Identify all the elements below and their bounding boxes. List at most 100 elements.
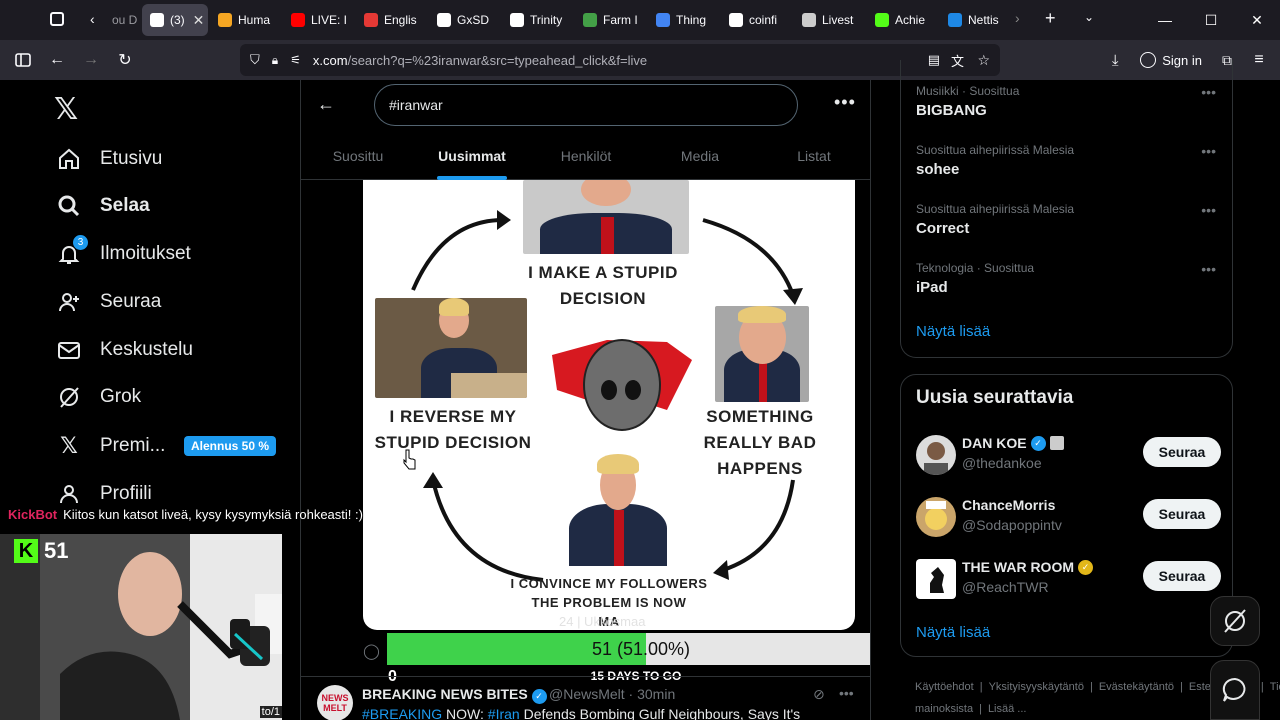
notification-count-badge: 3 — [73, 235, 88, 250]
follow-button[interactable]: Seuraa — [1143, 499, 1221, 529]
nav-item-grok[interactable]: Grok — [56, 382, 141, 412]
search-input[interactable]: #iranwar — [374, 84, 798, 126]
tab-list-dropdown-icon[interactable]: ⌄ — [1084, 10, 1094, 24]
address-bar[interactable]: ⛉ 🔒︎ ⚟ x.com/search?q=%23iranwar&src=typ… — [240, 44, 1000, 76]
footer-separator: | — [979, 681, 983, 693]
nav-item-explore[interactable]: Selaa — [56, 191, 150, 221]
tab-title: Nettis — [968, 13, 999, 27]
follow-suggestion[interactable]: THE WAR ROOM ✓ @ReachTWR Seuraa — [916, 559, 1221, 603]
trend-item[interactable]: Musiikki · Suosittua BIGBANG ••• — [916, 84, 1216, 119]
trend-item[interactable]: Suosittua aihepiirissä Malesia sohee ••• — [916, 143, 1216, 178]
tab-latest[interactable]: Uusimmat — [415, 136, 529, 180]
tab-overview-icon[interactable] — [50, 12, 64, 26]
who-to-follow-show-more-link[interactable]: Näytä lisää — [916, 624, 990, 641]
tab-favicon-icon — [150, 13, 164, 27]
tab-favicon-icon — [729, 13, 743, 27]
tweet-more-icon[interactable]: ••• — [839, 685, 854, 701]
nav-label: Premi... — [100, 435, 166, 456]
tracking-shield-icon[interactable]: ⛉ — [250, 52, 260, 68]
suggestion-name: DAN KOE ✓ — [962, 435, 1064, 451]
browser-tab[interactable]: Achie — [867, 4, 938, 36]
nav-item-premium[interactable]: 𝕏 Premi... — [56, 431, 165, 461]
reload-icon[interactable]: ↻ — [108, 43, 142, 77]
hashtag-link[interactable]: #Iran — [488, 706, 520, 720]
tweet-item[interactable]: NEWS MELT BREAKING NEWS BITES ✓ @NewsMel… — [301, 676, 870, 720]
tweet-avatar[interactable]: NEWS MELT — [317, 685, 353, 720]
footer-link[interactable]: Evästekäytäntö — [1099, 681, 1174, 693]
photo-figure-hair — [597, 454, 639, 475]
trend-more-icon[interactable]: ••• — [1201, 261, 1216, 277]
reply-icon[interactable]: ◯ — [363, 642, 380, 660]
grok-explain-icon[interactable]: ⊘ — [813, 686, 825, 703]
browser-tab[interactable]: Nettis — [940, 4, 1011, 36]
back-icon[interactable]: ← — [40, 43, 74, 77]
nav-item-home[interactable]: Etusivu — [56, 144, 162, 174]
maximize-icon[interactable]: ☐ — [1188, 12, 1234, 29]
avatar[interactable] — [916, 497, 956, 537]
trend-item[interactable]: Suosittua aihepiirissä Malesia Correct •… — [916, 202, 1216, 237]
back-arrow-icon[interactable]: ← — [317, 94, 335, 115]
messages-fab-button[interactable] — [1210, 660, 1260, 720]
forward-icon[interactable]: → — [74, 43, 108, 77]
browser-tab[interactable]: GxSD — [429, 4, 500, 36]
browser-tab[interactable]: Thing — [648, 4, 719, 36]
browser-tab[interactable]: ou D — [104, 4, 140, 36]
footer-link[interactable]: Käyttöehdot — [915, 681, 974, 693]
trend-more-icon[interactable]: ••• — [1201, 84, 1216, 100]
tab-top[interactable]: Suosittu — [301, 136, 415, 180]
close-tab-icon[interactable]: ✕ — [193, 12, 205, 29]
photo-top — [523, 180, 689, 254]
tweet-meme-image[interactable]: I MAKE A STUPID DECISION I REVERSE MY ST… — [363, 180, 855, 630]
tweet-author-name[interactable]: BREAKING NEWS BITES ✓ — [362, 686, 547, 704]
nav-item-follow[interactable]: Seuraa — [56, 287, 161, 317]
browser-tab[interactable]: coinfi — [721, 4, 792, 36]
grok-fab-button[interactable] — [1210, 596, 1260, 646]
browser-tab[interactable]: Huma — [210, 4, 281, 36]
follow-button[interactable]: Seuraa — [1143, 561, 1221, 591]
sidebar-toggle-icon[interactable] — [6, 43, 40, 77]
menu-icon[interactable]: ≡ — [1246, 51, 1272, 69]
trend-category: Musiikki · Suosittua — [916, 84, 1020, 98]
avatar[interactable] — [916, 435, 956, 475]
lock-icon[interactable]: 🔒︎ — [272, 53, 278, 68]
browser-tab[interactable]: LIVE: I — [283, 4, 354, 36]
browser-tab[interactable]: (3) ✕ — [142, 4, 208, 36]
suggestion-handle: @ReachTWR — [962, 579, 1049, 595]
x-logo-icon[interactable]: 𝕏 — [54, 92, 78, 127]
browser-tab[interactable]: Englis — [356, 4, 427, 36]
browser-tab[interactable]: Farm I — [575, 4, 646, 36]
premium-discount-badge[interactable]: Alennus 50 % — [184, 436, 277, 456]
nav-item-profile[interactable]: Profiili — [56, 479, 152, 509]
minimize-icon[interactable]: — — [1142, 12, 1188, 28]
url-text[interactable]: x.com/search?q=%23iranwar&src=typeahead_… — [313, 53, 647, 68]
tab-title: Achie — [895, 13, 926, 27]
trend-more-icon[interactable]: ••• — [1201, 202, 1216, 218]
more-options-icon[interactable]: ••• — [834, 92, 856, 113]
follow-suggestion[interactable]: ChanceMorris @Sodapoppintv Seuraa — [916, 497, 1221, 541]
nav-item-notifications[interactable]: 3 Ilmoitukset — [56, 235, 191, 269]
footer-link[interactable]: Lisää ... — [988, 703, 1027, 715]
tab-lists[interactable]: Listat — [757, 136, 870, 180]
browser-tab[interactable]: Livest — [794, 4, 865, 36]
close-window-icon[interactable]: ✕ — [1234, 12, 1280, 29]
scroll-tabs-right-icon[interactable]: › — [1015, 10, 1020, 26]
tab-label: Henkilöt — [560, 148, 612, 164]
follow-button[interactable]: Seuraa — [1143, 437, 1221, 467]
trend-more-icon[interactable]: ••• — [1201, 143, 1216, 159]
new-tab-icon[interactable]: + — [1045, 8, 1056, 29]
follow-suggestion[interactable]: DAN KOE ✓ @thedankoe Seuraa — [916, 435, 1221, 479]
avatar[interactable] — [916, 559, 956, 599]
browser-tab[interactable]: Trinity — [502, 4, 573, 36]
scroll-tabs-left-icon[interactable]: ‹ — [90, 11, 95, 27]
hashtag-link[interactable]: #BREAKING — [362, 706, 442, 720]
footer-link[interactable]: Yksityisyyskäytäntö — [989, 681, 1084, 693]
home-icon — [56, 146, 82, 172]
kick-logo-icon: K — [14, 539, 38, 563]
tab-people[interactable]: Henkilöt — [529, 136, 643, 180]
trends-show-more-link[interactable]: Näytä lisää — [916, 323, 990, 340]
trend-item[interactable]: Teknologia · Suosittua iPad ••• — [916, 261, 1216, 296]
tab-media[interactable]: Media — [643, 136, 757, 180]
nav-item-messages[interactable]: Keskustelu — [56, 335, 193, 365]
chat-username: KickBot — [8, 507, 58, 522]
site-permissions-icon[interactable]: ⚟ — [290, 53, 301, 67]
